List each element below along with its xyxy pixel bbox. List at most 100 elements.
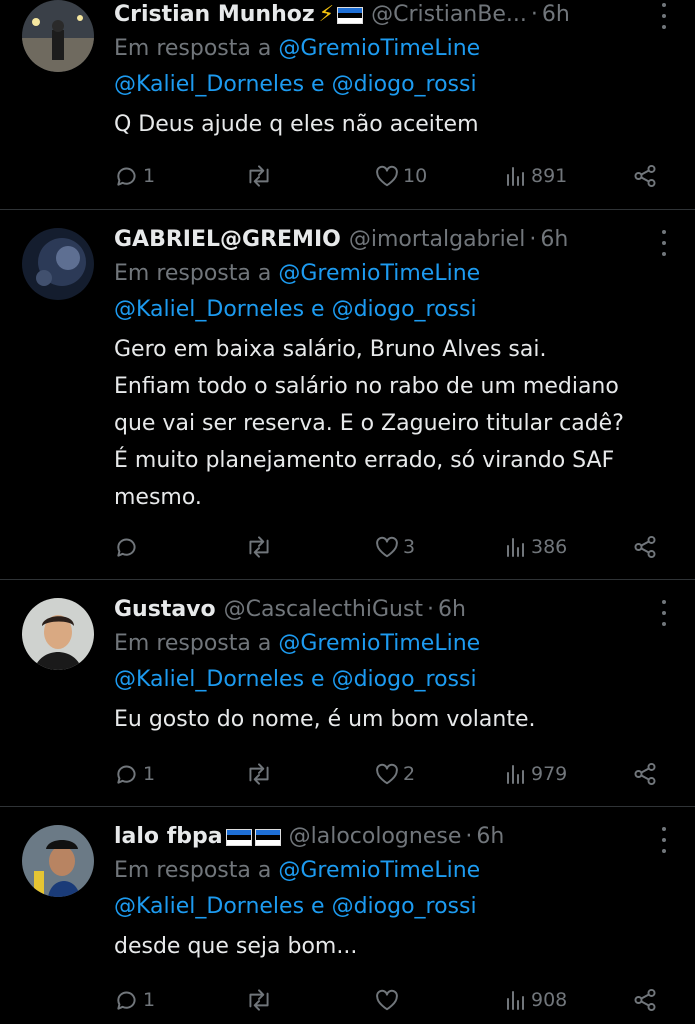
tweet-card[interactable]: Gustavo @CascalecthiGust · 6h Em respost… <box>0 580 695 806</box>
mention-link[interactable]: @diogo_rossi <box>332 297 477 322</box>
more-icon[interactable] <box>661 827 667 853</box>
mention-link[interactable]: @Kaliel_Dorneles <box>114 72 304 97</box>
action-bar: 1 10 891 <box>114 161 674 191</box>
reply-prefix: Em resposta a <box>114 36 279 61</box>
handle[interactable]: @lalocolognese <box>289 822 462 852</box>
tweet-text-line: que vai ser reserva. E o Zagueiro titula… <box>114 411 624 436</box>
reply-conjunction: e <box>304 297 332 322</box>
tweet-card[interactable]: GABRIEL@GREMIO @imortalgabriel · 6h Em r… <box>0 210 695 579</box>
like-icon <box>376 165 398 187</box>
reply-button[interactable]: 1 <box>114 759 155 789</box>
views-icon <box>507 538 524 557</box>
reply-context: Em resposta a @GremioTimeLine <box>114 853 675 889</box>
retweet-icon <box>249 165 269 187</box>
mention-link[interactable]: @Kaliel_Dorneles <box>114 667 304 692</box>
share-button[interactable] <box>632 759 658 789</box>
tweet-card[interactable]: Cristian Munhoz ⚡ @CristianBe... · 6h Em… <box>0 0 695 209</box>
views-button[interactable]: 891 <box>504 161 567 191</box>
retweet-button[interactable] <box>244 759 277 789</box>
avatar[interactable] <box>22 0 94 72</box>
timestamp[interactable]: 6h <box>542 0 570 30</box>
tweet-text-line: Gero em baixa salário, Bruno Alves sai. <box>114 337 547 362</box>
like-count: 10 <box>403 165 428 187</box>
share-icon <box>634 988 656 1012</box>
like-icon <box>376 536 398 558</box>
mention-link[interactable]: @diogo_rossi <box>332 72 477 97</box>
timestamp[interactable]: 6h <box>540 225 568 255</box>
tweet-text-line: Enfiam todo o salário no rabo de um medi… <box>114 374 619 399</box>
share-icon <box>634 164 656 188</box>
display-name[interactable]: Gustavo <box>114 595 216 625</box>
reply-context: Em resposta a @GremioTimeLine <box>114 31 675 67</box>
display-name[interactable]: lalo fbpa <box>114 822 223 852</box>
handle[interactable]: @CristianBe... <box>371 0 527 30</box>
share-icon <box>634 762 656 786</box>
like-icon <box>376 763 398 785</box>
retweet-button[interactable] <box>244 985 277 1015</box>
like-count: 2 <box>403 763 416 785</box>
avatar[interactable] <box>22 598 94 670</box>
views-button[interactable]: 908 <box>504 985 567 1015</box>
tweet-text-line: Q Deus ajude q eles não aceitem <box>114 112 479 137</box>
timestamp[interactable]: 6h <box>476 822 504 852</box>
tweet-text-line: desde que seja bom... <box>114 934 358 959</box>
display-name[interactable]: Cristian Munhoz <box>114 0 315 30</box>
handle[interactable]: @imortalgabriel <box>349 225 525 255</box>
avatar[interactable] <box>22 228 94 300</box>
more-icon[interactable] <box>661 3 667 29</box>
views-icon <box>507 167 524 186</box>
retweet-icon <box>249 989 269 1011</box>
handle[interactable]: @CascalecthiGust <box>224 595 423 625</box>
view-count: 891 <box>531 165 568 187</box>
mention-link[interactable]: @GremioTimeLine <box>278 631 480 656</box>
mention-link[interactable]: @Kaliel_Dorneles <box>114 297 304 322</box>
share-icon <box>634 535 656 559</box>
like-button[interactable]: 2 <box>374 759 415 789</box>
mention-link[interactable]: @diogo_rossi <box>332 667 477 692</box>
action-bar: 1 2 979 <box>114 759 674 789</box>
like-button[interactable]: 10 <box>374 161 427 191</box>
timestamp[interactable]: 6h <box>438 595 466 625</box>
views-button[interactable]: 979 <box>504 759 567 789</box>
like-button[interactable] <box>374 985 403 1015</box>
mention-link[interactable]: @GremioTimeLine <box>278 858 480 883</box>
like-button[interactable]: 3 <box>374 532 415 562</box>
badge: ⚡ <box>318 2 335 27</box>
retweet-button[interactable] <box>244 532 277 562</box>
share-button[interactable] <box>632 161 658 191</box>
reply-context-line2: @Kaliel_Dorneles e @diogo_rossi <box>114 662 675 698</box>
reply-button[interactable]: 1 <box>114 985 155 1015</box>
more-icon[interactable] <box>661 600 667 626</box>
tweet-text: Gero em baixa salário, Bruno Alves sai. … <box>114 331 675 516</box>
avatar[interactable] <box>22 825 94 897</box>
views-button[interactable]: 386 <box>504 532 567 562</box>
more-icon[interactable] <box>661 230 667 256</box>
tweet-text-line: É muito planejamento errado, só virando … <box>114 448 615 473</box>
reply-prefix: Em resposta a <box>114 858 279 883</box>
reply-button[interactable] <box>114 532 143 562</box>
reply-count: 1 <box>143 763 156 785</box>
reply-icon <box>117 167 136 186</box>
view-count: 908 <box>531 989 568 1011</box>
reply-conjunction: e <box>304 667 332 692</box>
display-name[interactable]: GABRIEL@GREMIO <box>114 225 341 255</box>
share-button[interactable] <box>632 532 658 562</box>
views-icon <box>507 765 524 784</box>
mention-link[interactable]: @Kaliel_Dorneles <box>114 894 304 919</box>
reply-context: Em resposta a @GremioTimeLine <box>114 626 675 662</box>
like-count: 3 <box>403 536 416 558</box>
tweet-card[interactable]: lalo fbpa @lalocolognese · 6h Em respost… <box>0 807 695 1024</box>
reply-count: 1 <box>143 989 156 1011</box>
view-count: 386 <box>531 536 568 558</box>
reply-context-line2: @Kaliel_Dorneles e @diogo_rossi <box>114 889 675 925</box>
estonia-flag-icon <box>225 828 252 846</box>
share-button[interactable] <box>632 985 658 1015</box>
retweet-button[interactable] <box>244 161 277 191</box>
mention-link[interactable]: @GremioTimeLine <box>278 36 480 61</box>
mention-link[interactable]: @diogo_rossi <box>332 894 477 919</box>
mention-link[interactable]: @GremioTimeLine <box>278 261 480 286</box>
tweet-text-line: mesmo. <box>114 485 202 510</box>
reply-context-line2: @Kaliel_Dorneles e @diogo_rossi <box>114 67 675 103</box>
estonia-flag-icon <box>337 6 364 24</box>
reply-button[interactable]: 1 <box>114 161 155 191</box>
